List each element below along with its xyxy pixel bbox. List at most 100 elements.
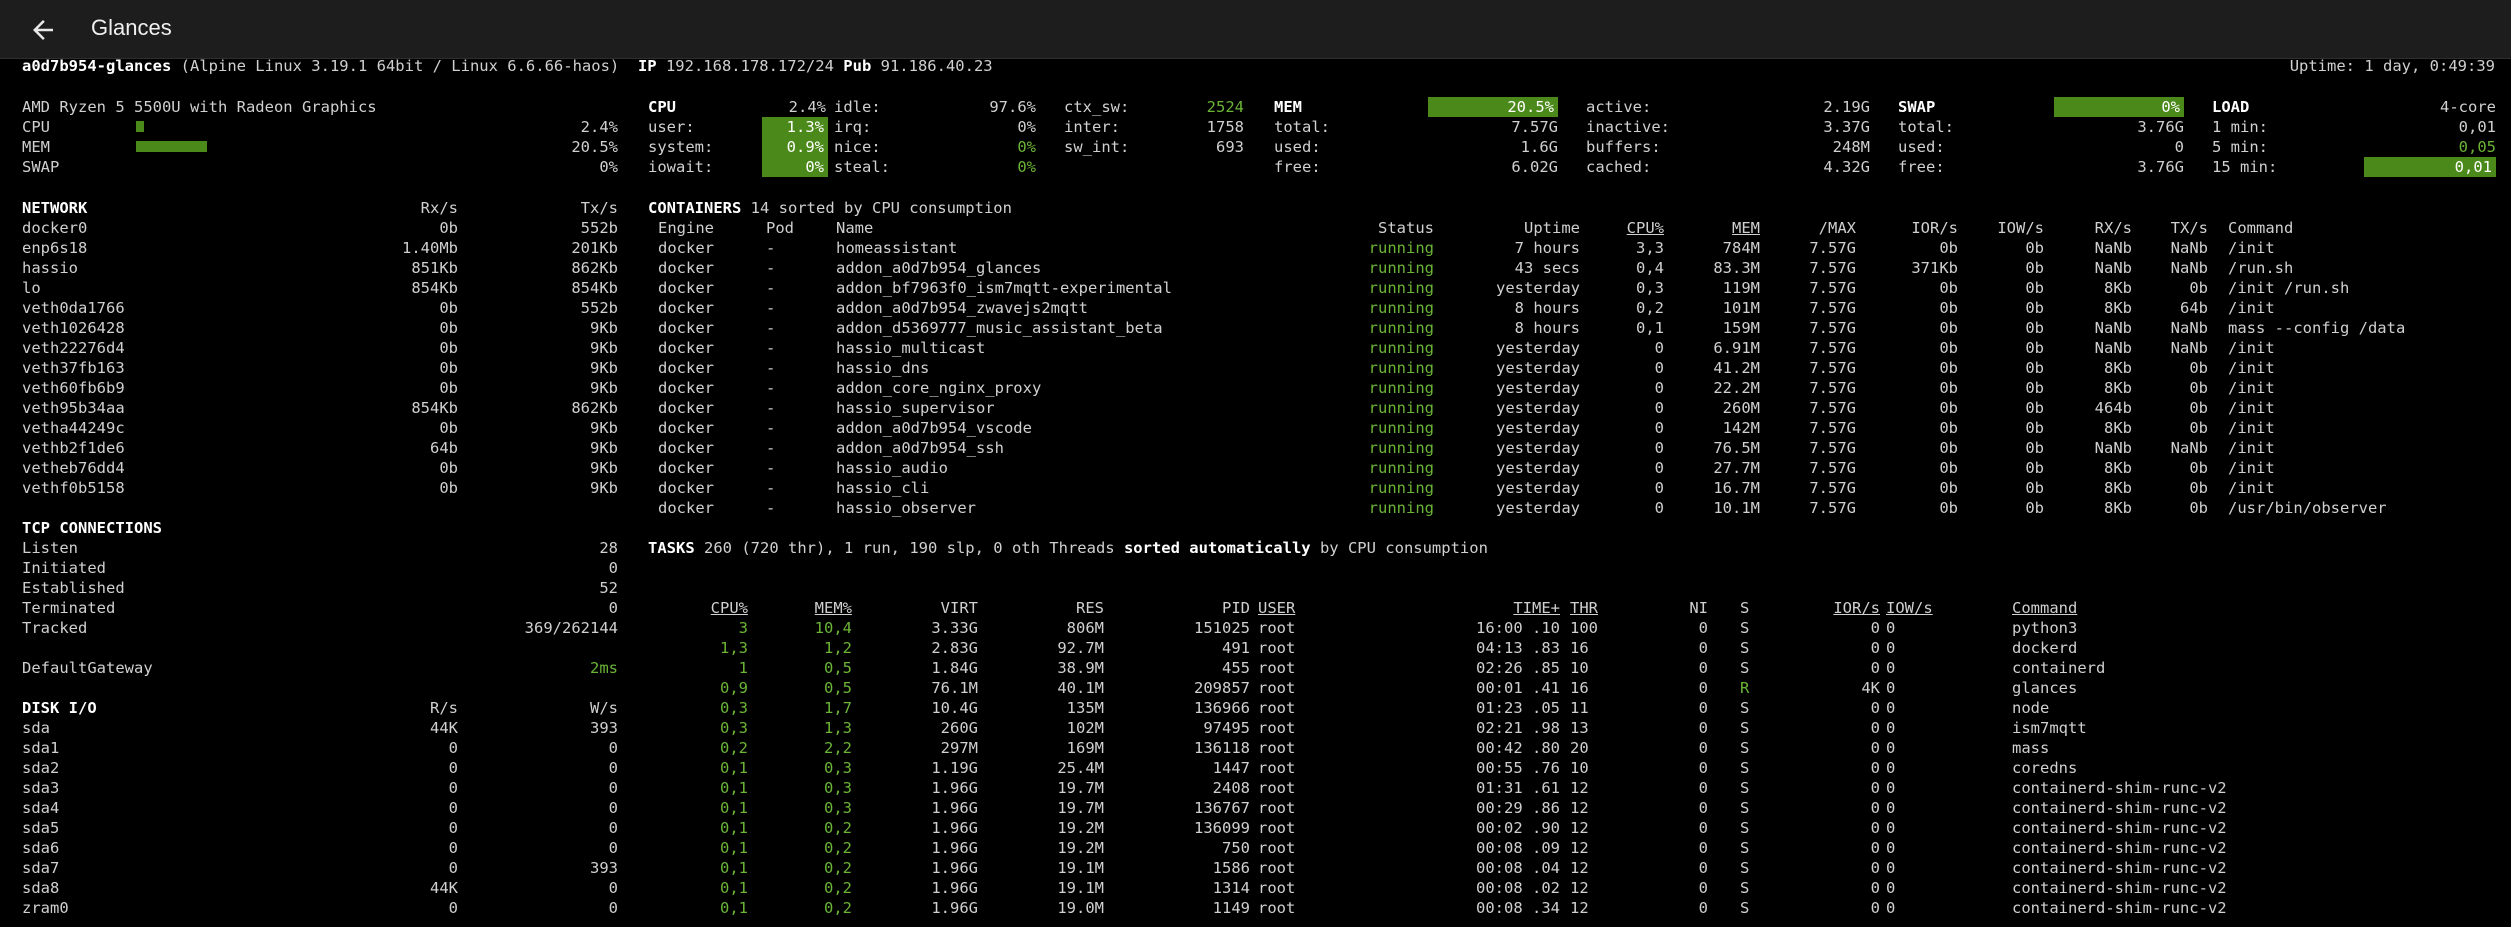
container-iow: 0b <box>2025 479 2044 497</box>
tcp-title: TCP CONNECTIONS <box>22 519 162 537</box>
column-header-pid[interactable]: PID <box>1150 598 1250 618</box>
container-uptime: yesterday <box>1496 459 1580 477</box>
column-header-pod[interactable]: Pod <box>766 218 826 238</box>
container-uptime: yesterday <box>1496 399 1580 417</box>
process-time: 02:21 .98 <box>1476 719 1560 737</box>
container-name: addon_core_nginx_proxy <box>836 379 1042 397</box>
column-header-max[interactable]: /MAX <box>1762 218 1856 238</box>
process-user: root <box>1258 659 1296 677</box>
process-ni: 0 <box>1698 819 1708 837</box>
process-s: S <box>1740 719 1750 737</box>
container-max: 7.57G <box>1809 399 1856 417</box>
column-header-cpu[interactable]: CPU% <box>690 598 748 618</box>
column-header-virt[interactable]: VIRT <box>878 598 978 618</box>
app-bar: Glances <box>0 0 2511 59</box>
mem-title: MEM <box>1274 98 1302 116</box>
process-ni: 0 <box>1698 859 1708 877</box>
process-time: 00:08 .02 <box>1476 879 1560 897</box>
container-status: running <box>1368 439 1434 457</box>
container-pod: - <box>766 479 776 497</box>
container-iow: 0b <box>2025 239 2044 257</box>
column-header-cpu[interactable]: CPU% <box>1586 218 1664 238</box>
column-header-rx[interactable]: RX/s <box>2050 218 2132 238</box>
process-thr: 12 <box>1570 799 1589 817</box>
process-virt: 3.33G <box>931 619 978 637</box>
process-iow: 0 <box>1886 719 1896 737</box>
process-res: 135M <box>1066 699 1104 717</box>
column-header-s[interactable]: S <box>1740 598 1770 618</box>
disk-write: 0 <box>608 899 618 917</box>
process-time: 16:00 .10 <box>1476 619 1560 637</box>
column-header-mem[interactable]: MEM <box>1666 218 1760 238</box>
back-arrow-icon[interactable] <box>28 15 58 45</box>
process-pid: 1447 <box>1212 759 1250 777</box>
container-max: 7.57G <box>1809 379 1856 397</box>
column-header-command[interactable]: Command <box>2228 218 2498 238</box>
container-iow: 0b <box>2025 339 2044 357</box>
container-rx: 8Kb <box>2104 359 2132 377</box>
container-tx: 0b <box>2189 399 2208 417</box>
container-name: hassio_dns <box>836 359 930 377</box>
container-cpu: 0,2 <box>1636 299 1664 317</box>
cpu-stat-label: steal: <box>834 158 890 176</box>
container-engine: docker <box>658 239 714 257</box>
process-ior: 0 <box>1870 639 1880 657</box>
column-header-ior[interactable]: IOR/s <box>1800 598 1880 618</box>
container-mem: 101M <box>1722 299 1760 317</box>
load-value: 0,01 <box>2458 118 2496 136</box>
column-header-time[interactable]: TIME+ <box>1448 598 1560 618</box>
column-header-user[interactable]: USER <box>1258 598 1358 618</box>
column-header-tx[interactable]: TX/s <box>2136 218 2208 238</box>
process-ior: 0 <box>1870 819 1880 837</box>
column-header-command[interactable]: Command <box>2012 598 2312 618</box>
column-header-iow[interactable]: IOW/s <box>1886 598 1946 618</box>
column-header-engine[interactable]: Engine <box>658 218 758 238</box>
column-header-res[interactable]: RES <box>1000 598 1104 618</box>
process-mem: 2,2 <box>824 739 852 757</box>
container-uptime: 8 hours <box>1514 299 1580 317</box>
process-ni: 0 <box>1698 779 1708 797</box>
process-thr: 20 <box>1570 739 1589 757</box>
container-uptime: yesterday <box>1496 359 1580 377</box>
tcp-label: Established <box>22 579 125 597</box>
column-header-status[interactable]: Status <box>1338 218 1434 238</box>
container-tx: 0b <box>2189 499 2208 517</box>
process-ni: 0 <box>1698 679 1708 697</box>
process-time: 00:29 .86 <box>1476 799 1560 817</box>
process-cpu: 1 <box>738 659 748 677</box>
column-header-iow[interactable]: IOW/s <box>1962 218 2044 238</box>
container-command: /init <box>2228 299 2275 317</box>
process-user: root <box>1258 899 1296 917</box>
disk-col-r: R/s <box>430 699 458 717</box>
process-iow: 0 <box>1886 659 1896 677</box>
process-user: root <box>1258 799 1296 817</box>
column-header-mem[interactable]: MEM% <box>790 598 852 618</box>
column-header-ni[interactable]: NI <box>1660 598 1708 618</box>
cpu-stat-value: 97.6% <box>989 98 1036 116</box>
process-cpu: 0,1 <box>720 879 748 897</box>
process-thr: 13 <box>1570 719 1589 737</box>
process-mem: 0,5 <box>824 659 852 677</box>
interface-tx: 9Kb <box>590 459 618 477</box>
process-mem: 0,2 <box>824 879 852 897</box>
cpu-stat-label: irq: <box>834 118 872 136</box>
container-name: addon_d5369777_music_assistant_beta <box>836 319 1163 337</box>
disk-read: 0 <box>448 819 458 837</box>
container-mem: 41.2M <box>1713 359 1760 377</box>
container-rx: 464b <box>2094 399 2132 417</box>
process-ior: 0 <box>1870 759 1880 777</box>
containers-heading: CONTAINERS 14 sorted by CPU consumption <box>648 198 1012 218</box>
container-name: hassio_audio <box>836 459 948 477</box>
column-header-thr[interactable]: THR <box>1570 598 1630 618</box>
container-status: running <box>1368 259 1434 277</box>
column-header-uptime[interactable]: Uptime <box>1446 218 1580 238</box>
interface-tx: 9Kb <box>590 359 618 377</box>
column-header-name[interactable]: Name <box>836 218 1336 238</box>
swap-title: SWAP <box>1898 98 1936 116</box>
column-header-ior[interactable]: IOR/s <box>1862 218 1958 238</box>
container-ior: 0b <box>1939 239 1958 257</box>
process-command: python3 <box>2012 619 2078 637</box>
container-cpu: 0 <box>1654 439 1664 457</box>
container-tx: 0b <box>2189 359 2208 377</box>
cpu-stat-value: 693 <box>1216 138 1244 156</box>
